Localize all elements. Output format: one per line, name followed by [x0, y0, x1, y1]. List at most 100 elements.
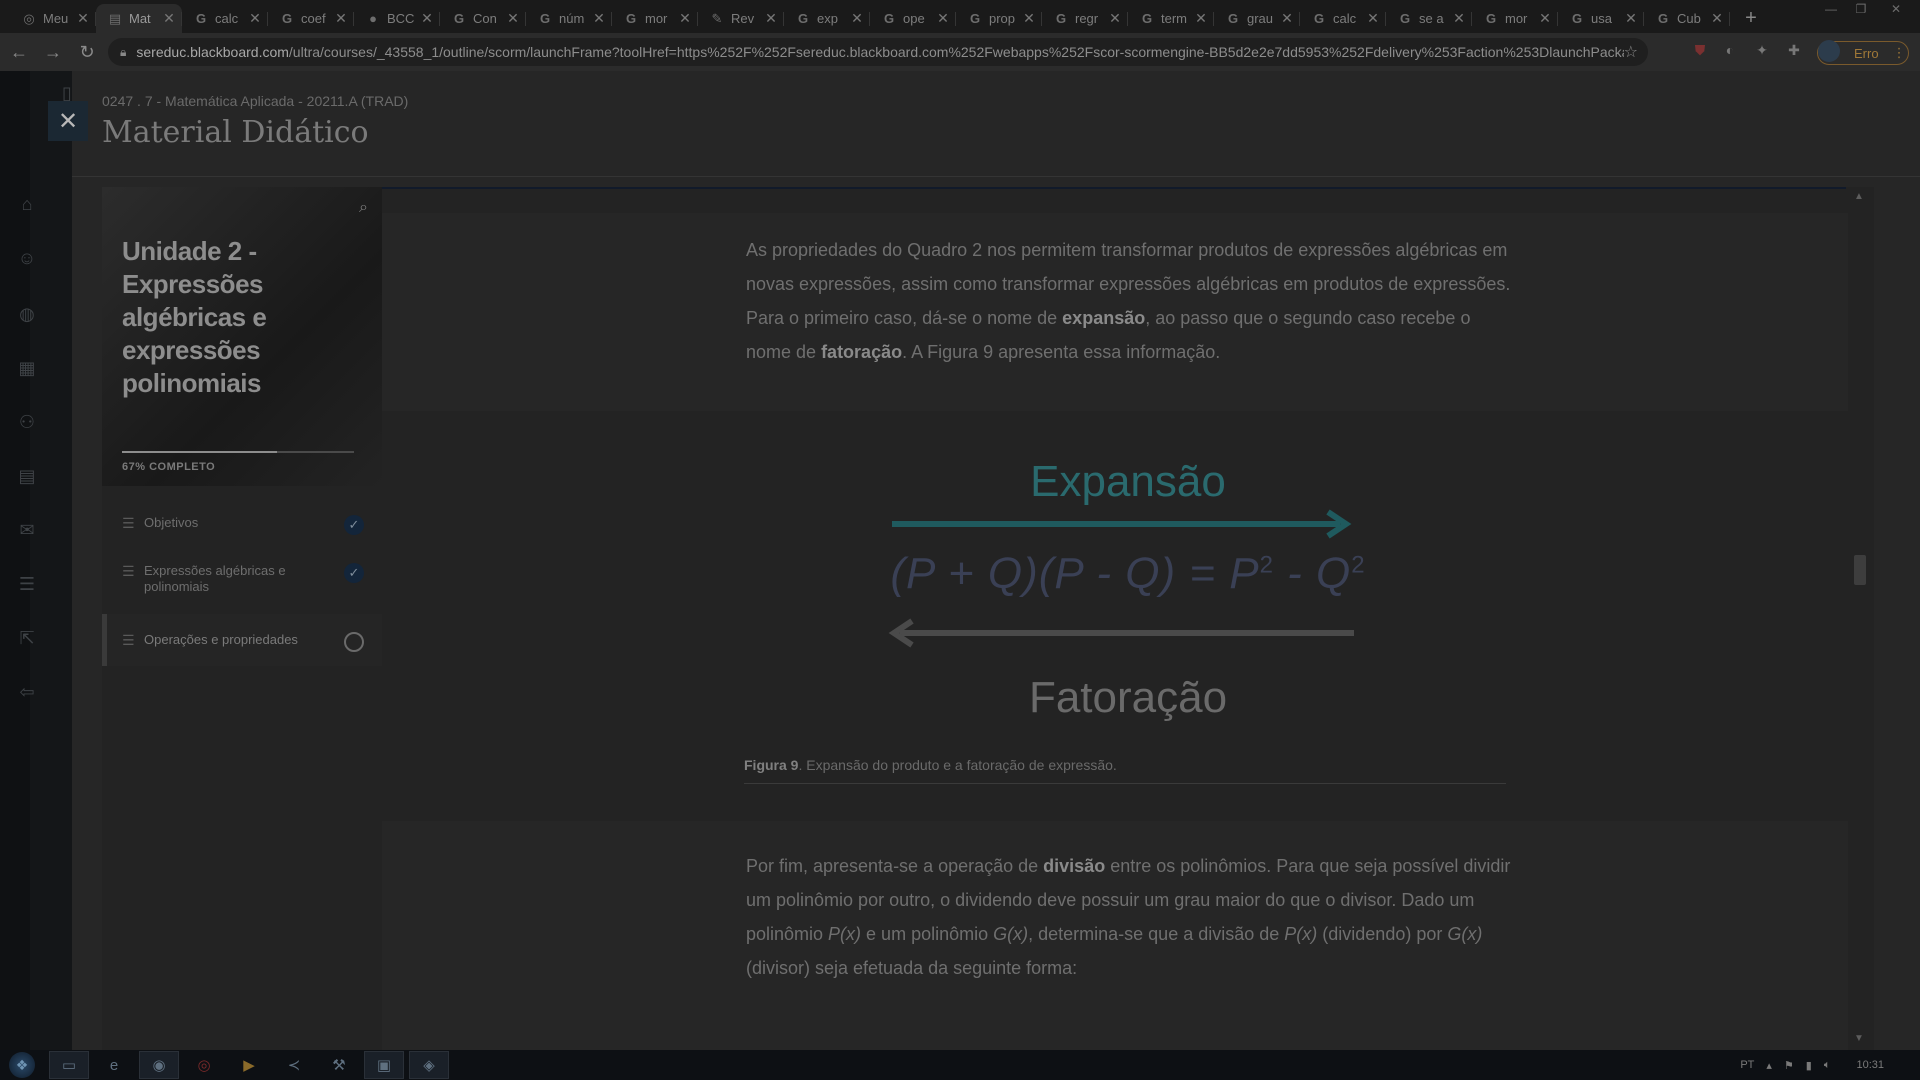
window-icon[interactable]: ▣ [364, 1051, 404, 1079]
clock[interactable]: 10:31 [1856, 1059, 1884, 1071]
signout-icon[interactable]: ⇦ [16, 682, 38, 704]
language-indicator[interactable]: PT [1740, 1059, 1754, 1071]
browser-tab[interactable]: Gcalc ✕ [1300, 4, 1386, 33]
scroll-up-icon[interactable]: ▲ [1854, 191, 1864, 202]
tab-close-icon[interactable]: ✕ [592, 10, 606, 27]
restore-icon[interactable]: ❐ [1846, 0, 1876, 20]
tab-close-icon[interactable]: ✕ [1538, 10, 1552, 27]
browser-tab[interactable]: ▤ Mat ✕ [96, 4, 182, 33]
browser-tab[interactable]: G Cub ✕ [1644, 4, 1730, 33]
profile-icon[interactable]: ☺ [16, 248, 38, 270]
tools-icon[interactable]: ⇱ [16, 628, 38, 650]
outline-item-objetivos[interactable]: ☰ Objetivos ✓ [102, 500, 382, 546]
more-menu-icon[interactable]: ⋮ [1893, 45, 1906, 61]
tab-close-icon[interactable]: ✕ [678, 10, 692, 27]
tab-close-icon[interactable]: ✕ [162, 10, 176, 27]
flag-icon[interactable]: ⚑ [1784, 1059, 1794, 1072]
outline-item-operacoes[interactable]: ☰ Operações e propriedades [102, 614, 382, 666]
browser-tab[interactable]: Gcalc ✕ [182, 4, 268, 33]
tray-expand-icon[interactable]: ▴ [1766, 1059, 1772, 1072]
media-icon[interactable]: ▶ [229, 1051, 269, 1079]
tab-close-icon[interactable]: ✕ [1710, 10, 1724, 27]
browser-tab[interactable]: Gexp ✕ [784, 4, 870, 33]
scroll-down-icon[interactable]: ▼ [1854, 1033, 1864, 1044]
tab-close-icon[interactable]: ✕ [936, 10, 950, 27]
browser-tab[interactable]: Gusa ✕ [1558, 4, 1644, 33]
volume-icon[interactable]: 🔈︎ [1824, 1059, 1831, 1072]
tab-close-icon[interactable]: ✕ [420, 10, 434, 27]
omnibox[interactable]: 🔒︎ sereduc.blackboard.com/ultra/courses/… [108, 38, 1648, 66]
browser-tab-strip: ◎ Meu ✕ ▤ Mat ✕ Gcalc ✕ Gcoef ✕ ● BCC ✕ G Con ✕ Gnúm ✕ Gmo… [0, 0, 1920, 33]
tab-close-icon[interactable]: ✕ [1452, 10, 1466, 27]
browser-tab[interactable]: Gprop ✕ [956, 4, 1042, 33]
tab-close-icon[interactable]: ✕ [850, 10, 864, 27]
tab-close-icon[interactable]: ✕ [248, 10, 262, 27]
tab-close-icon[interactable]: ✕ [1280, 10, 1294, 27]
chrome-icon[interactable]: ◉ [139, 1051, 179, 1079]
google-icon: G [1227, 11, 1239, 26]
explorer-icon[interactable]: ▭ [49, 1051, 89, 1079]
app-icon[interactable]: ◈ [409, 1051, 449, 1079]
start-button[interactable]: ❖ [0, 1050, 44, 1080]
browser-tab[interactable]: Gmor ✕ [612, 4, 698, 33]
ie-icon[interactable]: e [94, 1051, 134, 1079]
network-icon[interactable]: ▮ [1806, 1059, 1812, 1072]
profile-avatar[interactable] [1818, 40, 1840, 62]
courses-icon[interactable]: ▦ [16, 358, 38, 380]
tab-close-icon[interactable]: ✕ [506, 10, 520, 27]
browser-tab[interactable]: Gope ✕ [870, 4, 956, 33]
google-icon: G [1141, 11, 1153, 26]
tab-close-icon[interactable]: ✕ [1194, 10, 1208, 27]
bookmark-star-icon[interactable]: ☆ [1624, 42, 1638, 62]
text-block: As propriedades do Quadro 2 nos permitem… [382, 213, 1874, 411]
puzzle-extensions-icon[interactable]: ✚ [1784, 42, 1804, 62]
tab-title: Rev [731, 11, 755, 26]
browser-tab[interactable]: Gcoef ✕ [268, 4, 354, 33]
minimize-icon[interactable]: — [1816, 0, 1846, 20]
close-panel-button[interactable]: ✕ [48, 101, 88, 141]
tab-close-icon[interactable]: ✕ [764, 10, 778, 27]
outline-item-expressoes[interactable]: ☰ Expressões algébricas e polinomiais ✓ [102, 546, 382, 610]
browser-tab[interactable]: Gregr ✕ [1042, 4, 1128, 33]
content-scrollbar[interactable]: ▲ ▼ [1848, 187, 1874, 1050]
browser-tab[interactable]: Gnúm ✕ [526, 4, 612, 33]
reload-icon[interactable]: ↻ [72, 37, 102, 67]
scroll-thumb[interactable] [1854, 555, 1866, 585]
close-window-icon[interactable]: ✕ [1876, 0, 1916, 20]
tab-close-icon[interactable]: ✕ [1108, 10, 1122, 27]
institution-icon[interactable]: ⌂ [16, 194, 38, 216]
browser-tab[interactable]: ◎ Meu ✕ [10, 4, 96, 33]
browser-tab[interactable]: Gse a ✕ [1386, 4, 1472, 33]
url-text[interactable]: sereduc.blackboard.com/ultra/courses/_43… [126, 44, 1623, 60]
forward-icon[interactable]: → [38, 37, 68, 67]
tab-title: se a [1419, 11, 1444, 26]
browser-tab[interactable]: Ggrau ✕ [1214, 4, 1300, 33]
breadcrumb[interactable]: 0247 . 7 - Matemática Aplicada - 20211.A… [102, 93, 408, 109]
browser-tab[interactable]: G Con ✕ [440, 4, 526, 33]
tab-close-icon[interactable]: ✕ [1022, 10, 1036, 27]
back-icon[interactable]: ← [4, 37, 34, 67]
new-tab-button[interactable]: + [1738, 5, 1764, 31]
browser-tab[interactable]: Gmor ✕ [1472, 4, 1558, 33]
tool-icon[interactable]: ⚒ [319, 1051, 359, 1079]
record-icon[interactable]: ◎ [184, 1051, 224, 1079]
browser-tab[interactable]: ● BCC ✕ [354, 4, 440, 33]
tab-title: usa [1591, 11, 1612, 26]
tab-close-icon[interactable]: ✕ [1366, 10, 1380, 27]
groups-icon[interactable]: ⚇ [16, 412, 38, 434]
messages-icon[interactable]: ✉ [16, 520, 38, 542]
tab-close-icon[interactable]: ✕ [334, 10, 348, 27]
vscode-icon[interactable]: ≺ [274, 1051, 314, 1079]
search-icon[interactable]: ⌕ [359, 199, 368, 217]
browser-tab[interactable]: ✎ Rev ✕ [698, 4, 784, 33]
calendar-icon[interactable]: ▤ [16, 466, 38, 488]
tab-close-icon[interactable]: ✕ [1624, 10, 1638, 27]
browser-tab[interactable]: Gterm ✕ [1128, 4, 1214, 33]
shield-extension-icon[interactable]: ⛊ [1690, 42, 1710, 62]
tab-close-icon[interactable]: ✕ [76, 10, 90, 27]
extension-icon[interactable]: ✦ [1752, 42, 1772, 62]
grades-icon[interactable]: ☰ [16, 574, 38, 596]
review-icon: ✎ [711, 10, 723, 26]
globe-icon[interactable]: ◍ [16, 304, 38, 326]
dark-mode-extension-icon[interactable]: ◐ [1720, 42, 1740, 62]
